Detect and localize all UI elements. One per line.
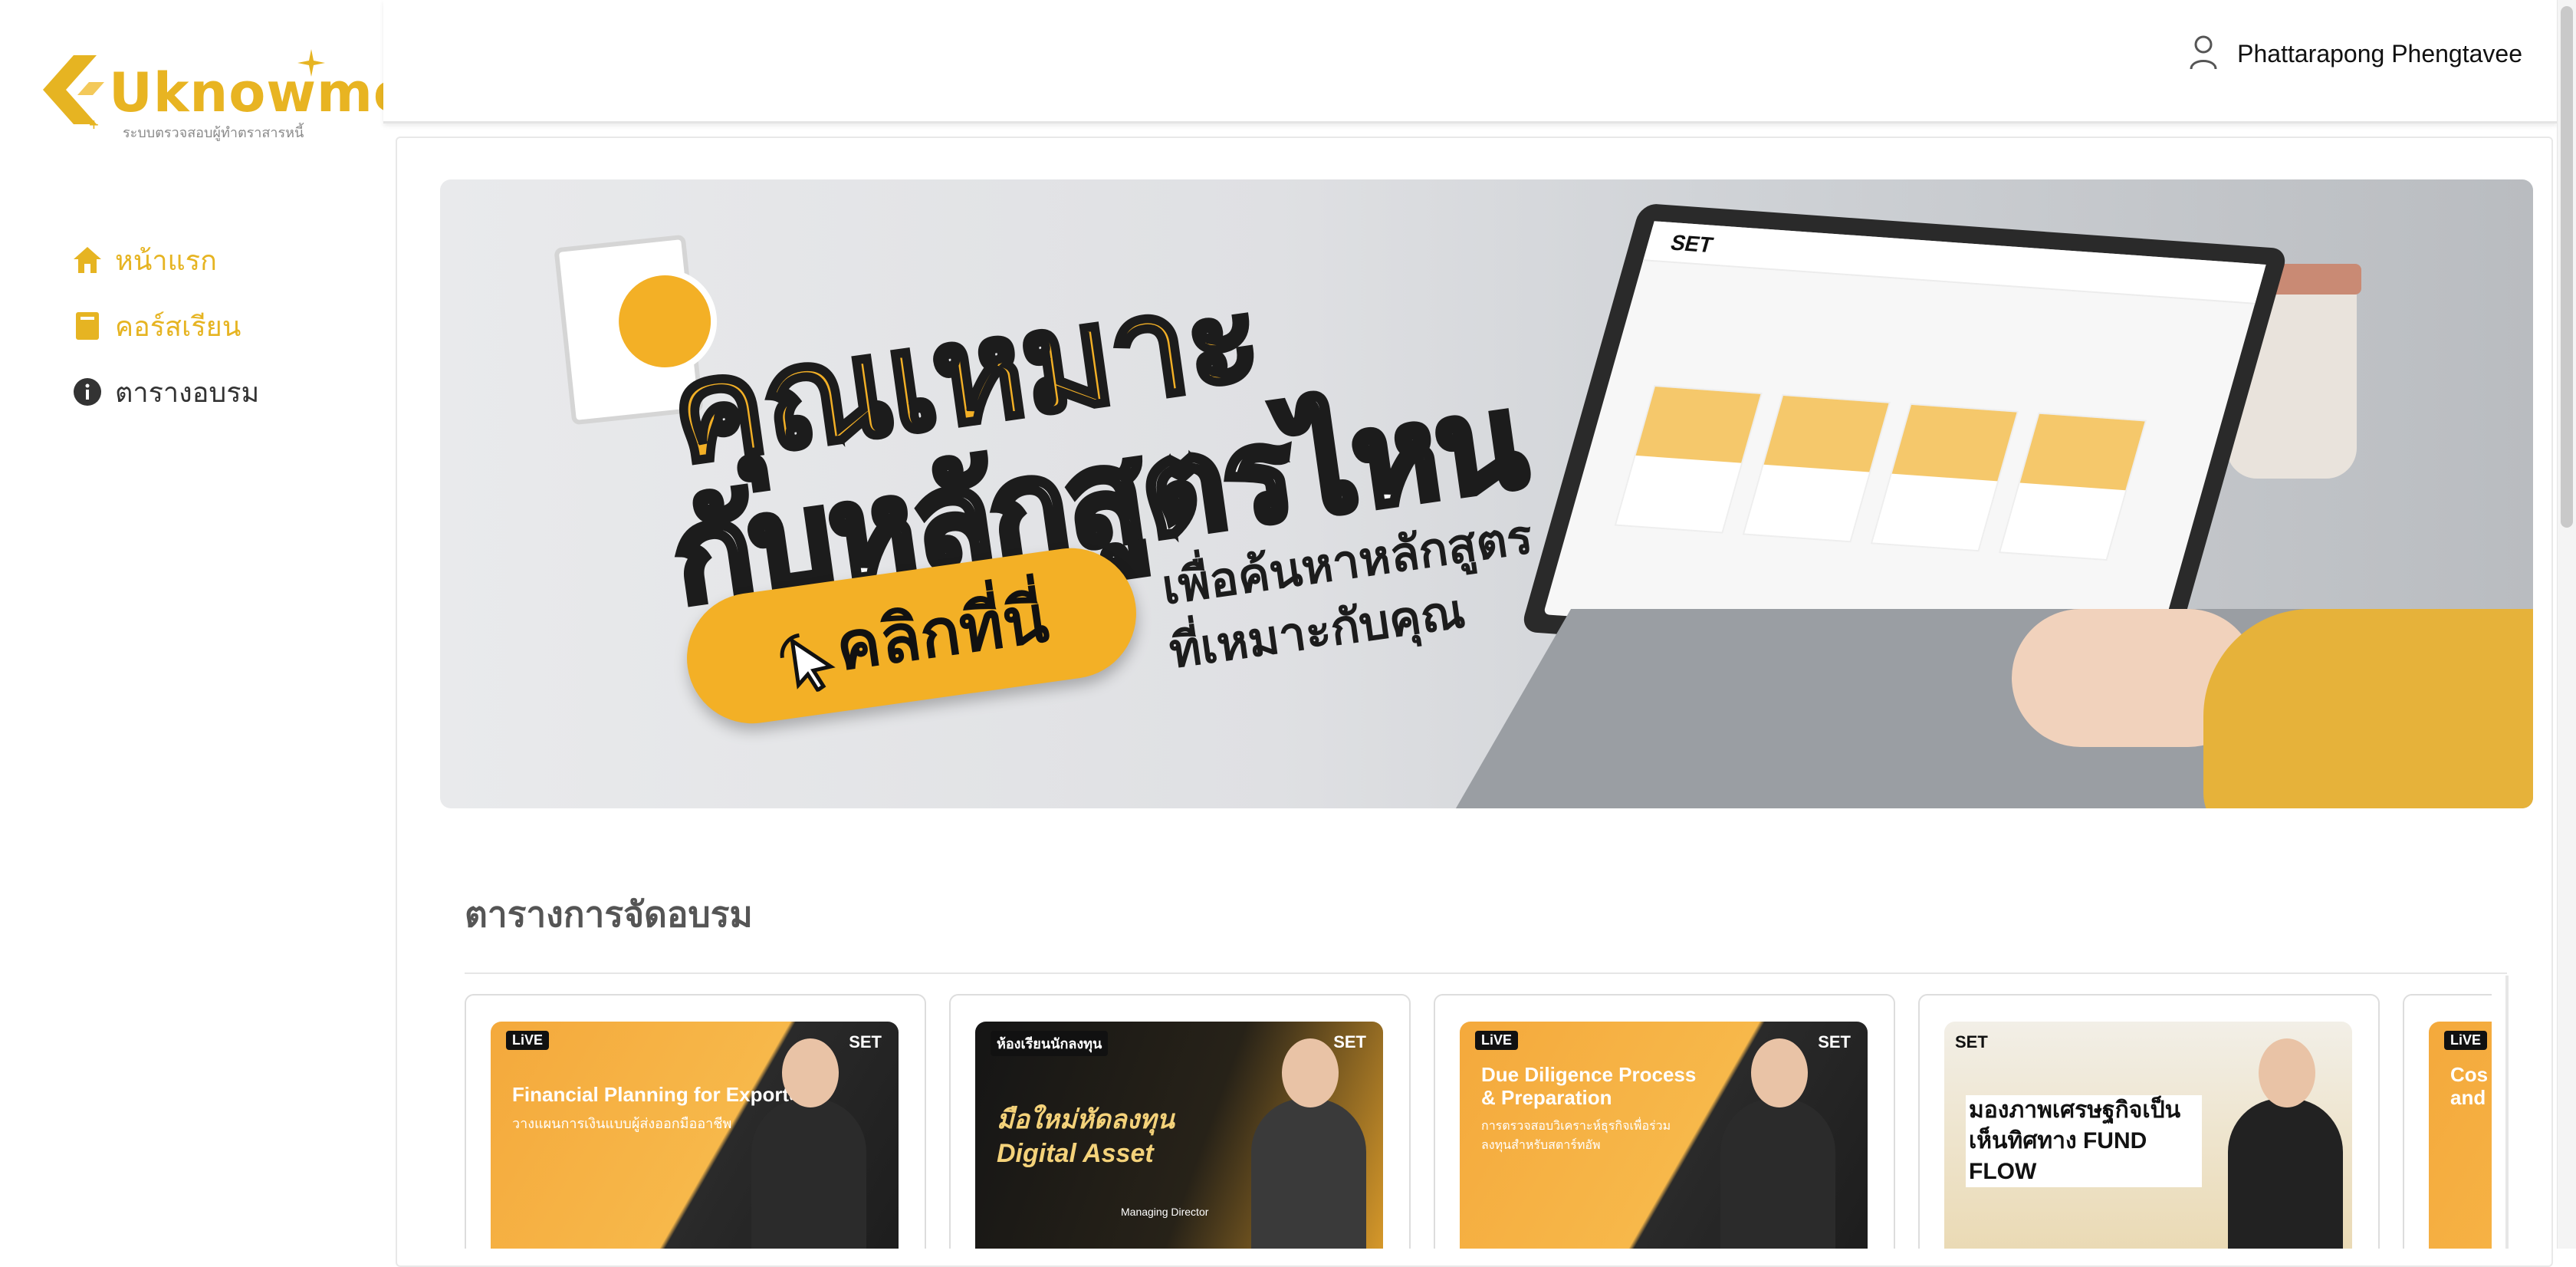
sidebar-item-label: คอร์สเรียน	[115, 310, 242, 342]
live-badge: LiVE	[1475, 1031, 1519, 1050]
course-title: มือใหม่หัดลงทุน Digital Asset	[997, 1105, 1175, 1168]
sidebar-item-home[interactable]: หน้าแรก	[71, 227, 259, 293]
course-thumbnail[interactable]: SET มองภาพเศรษฐกิจเป็น เห็นทิศทาง FUND F…	[1944, 1022, 2352, 1249]
promo-banner[interactable]: คุณเหมาะ กับหลักสูตรไหน คลิกที่นี่ เพื่อ…	[440, 179, 2533, 808]
scroll-edge	[2505, 976, 2509, 1249]
sparkle-icon	[297, 49, 325, 77]
sidebar-item-label: หน้าแรก	[115, 244, 217, 276]
book-icon	[71, 309, 104, 343]
course-thumbnail[interactable]: LiVE SET Financial Planning for Exporter…	[491, 1022, 899, 1249]
course-subtitle: วางแผนการเงินแบบผู้ส่งออกมืออาชีพ	[512, 1116, 732, 1131]
sleeve-image	[2203, 609, 2533, 808]
course-subtitle: Managing Director	[1121, 1206, 1209, 1218]
live-badge: LiVE	[2444, 1031, 2488, 1050]
course-card-list[interactable]: LiVE SET Financial Planning for Exporter…	[465, 994, 2492, 1249]
user-menu[interactable]: Phattarapong Phengtavee	[2188, 34, 2522, 74]
user-name: Phattarapong Phengtavee	[2237, 39, 2522, 67]
course-thumbnail[interactable]: ห้องเรียนนักลงทุน SET มือใหม่หัดลงทุน Di…	[975, 1022, 1383, 1249]
sidebar-item-courses[interactable]: คอร์สเรียน	[71, 293, 259, 359]
set-badge: SET	[1955, 1032, 1988, 1051]
logo-mark-icon: +	[43, 55, 104, 132]
live-badge: LiVE	[506, 1031, 550, 1050]
scrollbar-thumb[interactable]	[2561, 6, 2573, 528]
user-icon	[2188, 34, 2223, 74]
course-card[interactable]: LiVE SET Financial Planning for Exporter…	[465, 994, 926, 1249]
laptop-brand: SET	[1668, 230, 1716, 258]
presenter-image	[1251, 1038, 1366, 1249]
sidebar-item-label: ตารางอบรม	[115, 376, 260, 408]
course-card[interactable]: LiVE Cos and	[2403, 994, 2492, 1249]
cta-label: คลิกที่นี่	[831, 581, 1053, 684]
presenter-image	[1720, 1038, 1835, 1249]
course-title: Cos and	[2450, 1063, 2489, 1109]
set-badge: SET	[1818, 1032, 1851, 1051]
svg-text:+: +	[89, 115, 99, 132]
app-logo[interactable]: + Uknowme ระบบตรวจสอบผู้ทำตราสารหนี้	[43, 48, 409, 155]
sidebar: + Uknowme ระบบตรวจสอบผู้ทำตราสารหนี้ หน้…	[0, 0, 409, 1249]
set-badge: SET	[1333, 1032, 1366, 1051]
set-badge: SET	[849, 1032, 882, 1051]
course-title: มองภาพเศรษฐกิจเป็น เห็นทิศทาง FUND FLOW	[1966, 1095, 2202, 1187]
vertical-scrollbar[interactable]	[2557, 0, 2576, 1249]
course-thumbnail[interactable]: LiVE Cos and	[2429, 1022, 2492, 1249]
course-title: Due Diligence Process & Preparation	[1481, 1063, 1697, 1109]
course-card[interactable]: SET มองภาพเศรษฐกิจเป็น เห็นทิศทาง FUND F…	[1918, 994, 2380, 1249]
course-subtitle: การตรวจสอบวิเคราะห์ธุรกิจเพื่อร่วมลงทุนส…	[1481, 1120, 1671, 1152]
logo-subtitle: ระบบตรวจสอบผู้ทำตราสารหนี้	[123, 125, 304, 140]
laptop-image: SET	[1520, 202, 2289, 678]
cursor-click-icon	[780, 633, 836, 693]
top-header: Phattarapong Phengtavee	[383, 0, 2558, 123]
home-icon	[71, 243, 104, 277]
sidebar-nav: หน้าแรก คอร์สเรียน ตารางอบรม	[71, 227, 259, 425]
laptop-screen: SET	[1543, 221, 2266, 658]
presenter-image	[2228, 1038, 2343, 1249]
sidebar-item-schedule[interactable]: ตารางอบรม	[71, 359, 259, 425]
logo-text: Uknowme	[109, 61, 411, 124]
presenter-image	[751, 1038, 866, 1249]
course-card[interactable]: LiVE SET Due Diligence Process & Prepara…	[1434, 994, 1895, 1249]
info-icon	[71, 375, 104, 409]
course-thumbnail[interactable]: LiVE SET Due Diligence Process & Prepara…	[1460, 1022, 1868, 1249]
divider	[465, 972, 2507, 974]
course-title: Financial Planning for Exporters	[512, 1083, 820, 1106]
section-title: ตารางการจัดอบรม	[465, 894, 753, 934]
live-badge: ห้องเรียนนักลงทุน	[991, 1031, 1109, 1056]
course-card[interactable]: ห้องเรียนนักลงทุน SET มือใหม่หัดลงทุน Di…	[949, 994, 1411, 1249]
